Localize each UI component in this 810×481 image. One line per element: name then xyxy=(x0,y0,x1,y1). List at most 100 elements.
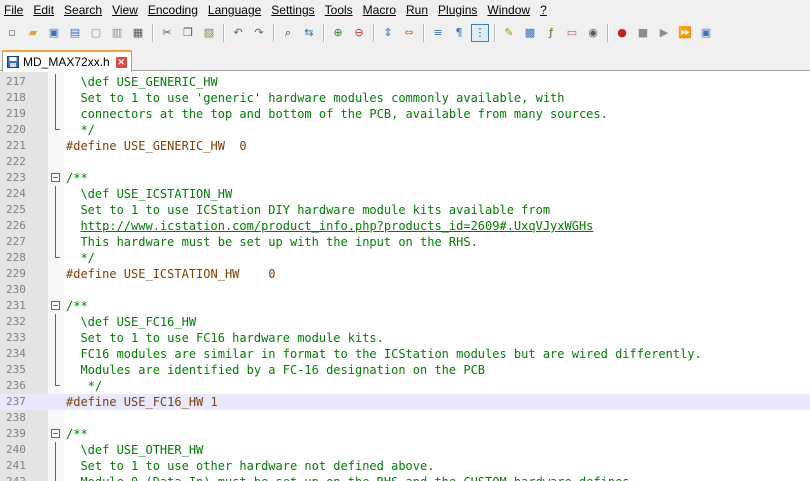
code-line[interactable]: 235 Modules are identified by a FC-16 de… xyxy=(0,362,810,378)
code-line[interactable]: 233 Set to 1 to use FC16 hardware module… xyxy=(0,330,810,346)
menu-tools[interactable]: Tools xyxy=(321,0,357,20)
line-number: 225 xyxy=(6,203,26,216)
code-line[interactable]: 230 xyxy=(0,282,810,298)
close-all-icon[interactable]: ▥ xyxy=(109,25,125,41)
code-line[interactable]: 241 Set to 1 to use other hardware not d… xyxy=(0,458,810,474)
line-number: 221 xyxy=(6,139,26,152)
comment-text: \def USE_FC16_HW xyxy=(66,315,197,329)
menu-language-label: Language xyxy=(207,3,262,17)
code-line[interactable]: 221 #define USE_GENERIC_HW 0 xyxy=(0,138,810,154)
stop-macro-icon[interactable]: ■ xyxy=(635,25,651,41)
menu-file-label: File xyxy=(4,3,24,17)
menu-edit[interactable]: Edit xyxy=(29,0,58,20)
close-icon[interactable]: ▢ xyxy=(88,25,104,41)
code-line[interactable]: 225 Set to 1 to use ICStation DIY hardwa… xyxy=(0,202,810,218)
menu-settings-label: Settings xyxy=(271,3,315,17)
code-line[interactable]: 222 xyxy=(0,154,810,170)
toolbar: ▫ ▰ ▣ ▤ ▢ ▥ ▦ ✂ ❐ ▧ ↶ ↷ ⌕ ⇆ ⊕ ⊖ ⇕ ⇔ ≡ ¶ ⋮ ✎ ▩ ƒ ▭ ◉ ● ■ ▶ ⏩ ▣ xyxy=(0,20,810,45)
find-icon[interactable]: ⌕ xyxy=(280,25,296,41)
code-line[interactable]: 234 FC16 modules are similar in format t… xyxy=(0,346,810,362)
sync-horizontal-icon[interactable]: ⇔ xyxy=(401,25,417,41)
toolbar-separator xyxy=(273,23,275,42)
comment-link[interactable]: http://www.icstation.com/product_info.ph… xyxy=(80,219,593,233)
menu-bar: File Edit Search View Encoding Language Settin… xyxy=(0,0,810,20)
code-line[interactable]: 240 \def USE_OTHER_HW xyxy=(0,442,810,458)
record-macro-icon[interactable]: ● xyxy=(614,25,630,41)
save-macro-icon[interactable]: ▣ xyxy=(698,25,714,41)
code-line[interactable]: 220 */ xyxy=(0,122,810,138)
fold-line-icon xyxy=(51,250,60,262)
undo-icon[interactable]: ↶ xyxy=(230,25,246,41)
code-line[interactable]: 226 http://www.icstation.com/product_inf… xyxy=(0,218,810,234)
code-line[interactable]: 239 /** xyxy=(0,426,810,442)
line-number: 232 xyxy=(6,315,26,328)
preprocessor-directive: #define USE_GENERIC_HW 0 xyxy=(66,139,247,153)
code-line[interactable]: 232 \def USE_FC16_HW xyxy=(0,314,810,330)
menu-language[interactable]: Language xyxy=(204,0,265,20)
code-line[interactable]: 223 /** xyxy=(0,170,810,186)
fold-line-icon xyxy=(51,186,60,202)
fold-toggle-icon[interactable] xyxy=(51,301,60,310)
save-all-icon[interactable]: ▤ xyxy=(67,25,83,41)
run-macro-multiple-icon[interactable]: ⏩ xyxy=(677,25,693,41)
code-line[interactable]: 237 #define USE_FC16_HW 1 xyxy=(0,394,810,410)
cut-icon[interactable]: ✂ xyxy=(159,25,175,41)
paste-icon[interactable]: ▧ xyxy=(201,25,217,41)
fold-toggle-icon[interactable] xyxy=(51,429,60,438)
redo-icon[interactable]: ↷ xyxy=(251,25,267,41)
menu-search[interactable]: Search xyxy=(60,0,106,20)
url-text[interactable]: http://www.icstation.com/product_info.ph… xyxy=(66,218,593,234)
menu-settings[interactable]: Settings xyxy=(267,0,318,20)
menu-file[interactable]: File xyxy=(0,0,27,20)
folder-as-workspace-icon[interactable]: ▭ xyxy=(564,25,580,41)
code-line[interactable]: 238 xyxy=(0,410,810,426)
code-line[interactable]: 229 #define USE_ICSTATION_HW 0 xyxy=(0,266,810,282)
toolbar-separator xyxy=(152,23,154,42)
menu-run[interactable]: Run xyxy=(402,0,432,20)
line-number: 234 xyxy=(6,347,26,360)
comment-text: This hardware must be set up with the in… xyxy=(66,235,478,249)
menu-plugins[interactable]: Plugins xyxy=(434,0,481,20)
code-line[interactable]: 219 connectors at the top and bottom of … xyxy=(0,106,810,122)
fold-line-icon xyxy=(51,74,60,90)
code-editor[interactable]: 217 \def USE_GENERIC_HW 218 Set to 1 to u… xyxy=(0,72,810,481)
udl-icon[interactable]: ✎ xyxy=(501,25,517,41)
copy-icon[interactable]: ❐ xyxy=(180,25,196,41)
tab-close-icon[interactable]: ✕ xyxy=(115,56,127,68)
toolbar-separator xyxy=(373,23,375,42)
function-list-icon[interactable]: ƒ xyxy=(543,25,559,41)
line-number: 224 xyxy=(6,187,26,200)
comment-text: Set to 1 to use ICStation DIY hardware m… xyxy=(66,203,551,217)
menu-view[interactable]: View xyxy=(108,0,142,20)
word-wrap-icon[interactable]: ≡ xyxy=(430,25,446,41)
code-line[interactable]: 217 \def USE_GENERIC_HW xyxy=(0,74,810,90)
play-macro-icon[interactable]: ▶ xyxy=(656,25,672,41)
sync-vertical-icon[interactable]: ⇕ xyxy=(380,25,396,41)
code-line[interactable]: 227 This hardware must be set up with th… xyxy=(0,234,810,250)
indent-guide-icon[interactable]: ⋮ xyxy=(471,23,489,42)
code-line[interactable]: 218 Set to 1 to use 'generic' hardware m… xyxy=(0,90,810,106)
doc-map-icon[interactable]: ▩ xyxy=(522,25,538,41)
menu-encoding[interactable]: Encoding xyxy=(144,0,202,20)
zoom-out-icon[interactable]: ⊖ xyxy=(351,25,367,41)
line-number: 220 xyxy=(6,123,26,136)
print-icon[interactable]: ▦ xyxy=(130,25,146,41)
code-line[interactable]: 224 \def USE_ICSTATION_HW xyxy=(0,186,810,202)
code-line[interactable]: 242 Module 0 (Data In) must be set up on… xyxy=(0,474,810,481)
code-line[interactable]: 228 */ xyxy=(0,250,810,266)
monitoring-icon[interactable]: ◉ xyxy=(585,25,601,41)
fold-toggle-icon[interactable] xyxy=(51,173,60,182)
zoom-in-icon[interactable]: ⊕ xyxy=(330,25,346,41)
menu-macro[interactable]: Macro xyxy=(359,0,400,20)
code-line[interactable]: 236 */ xyxy=(0,378,810,394)
save-icon[interactable]: ▣ xyxy=(46,25,62,41)
code-line[interactable]: 231 /** xyxy=(0,298,810,314)
menu-help[interactable]: ? xyxy=(536,0,551,20)
open-file-icon[interactable]: ▰ xyxy=(25,25,41,41)
new-file-icon[interactable]: ▫ xyxy=(4,25,20,41)
tab-md-max72xx[interactable]: MD_MAX72xx.h ✕ xyxy=(2,50,132,72)
show-all-chars-icon[interactable]: ¶ xyxy=(451,25,467,41)
replace-icon[interactable]: ⇆ xyxy=(301,25,317,41)
comment-text: /** xyxy=(66,427,88,441)
menu-window[interactable]: Window xyxy=(483,0,534,20)
